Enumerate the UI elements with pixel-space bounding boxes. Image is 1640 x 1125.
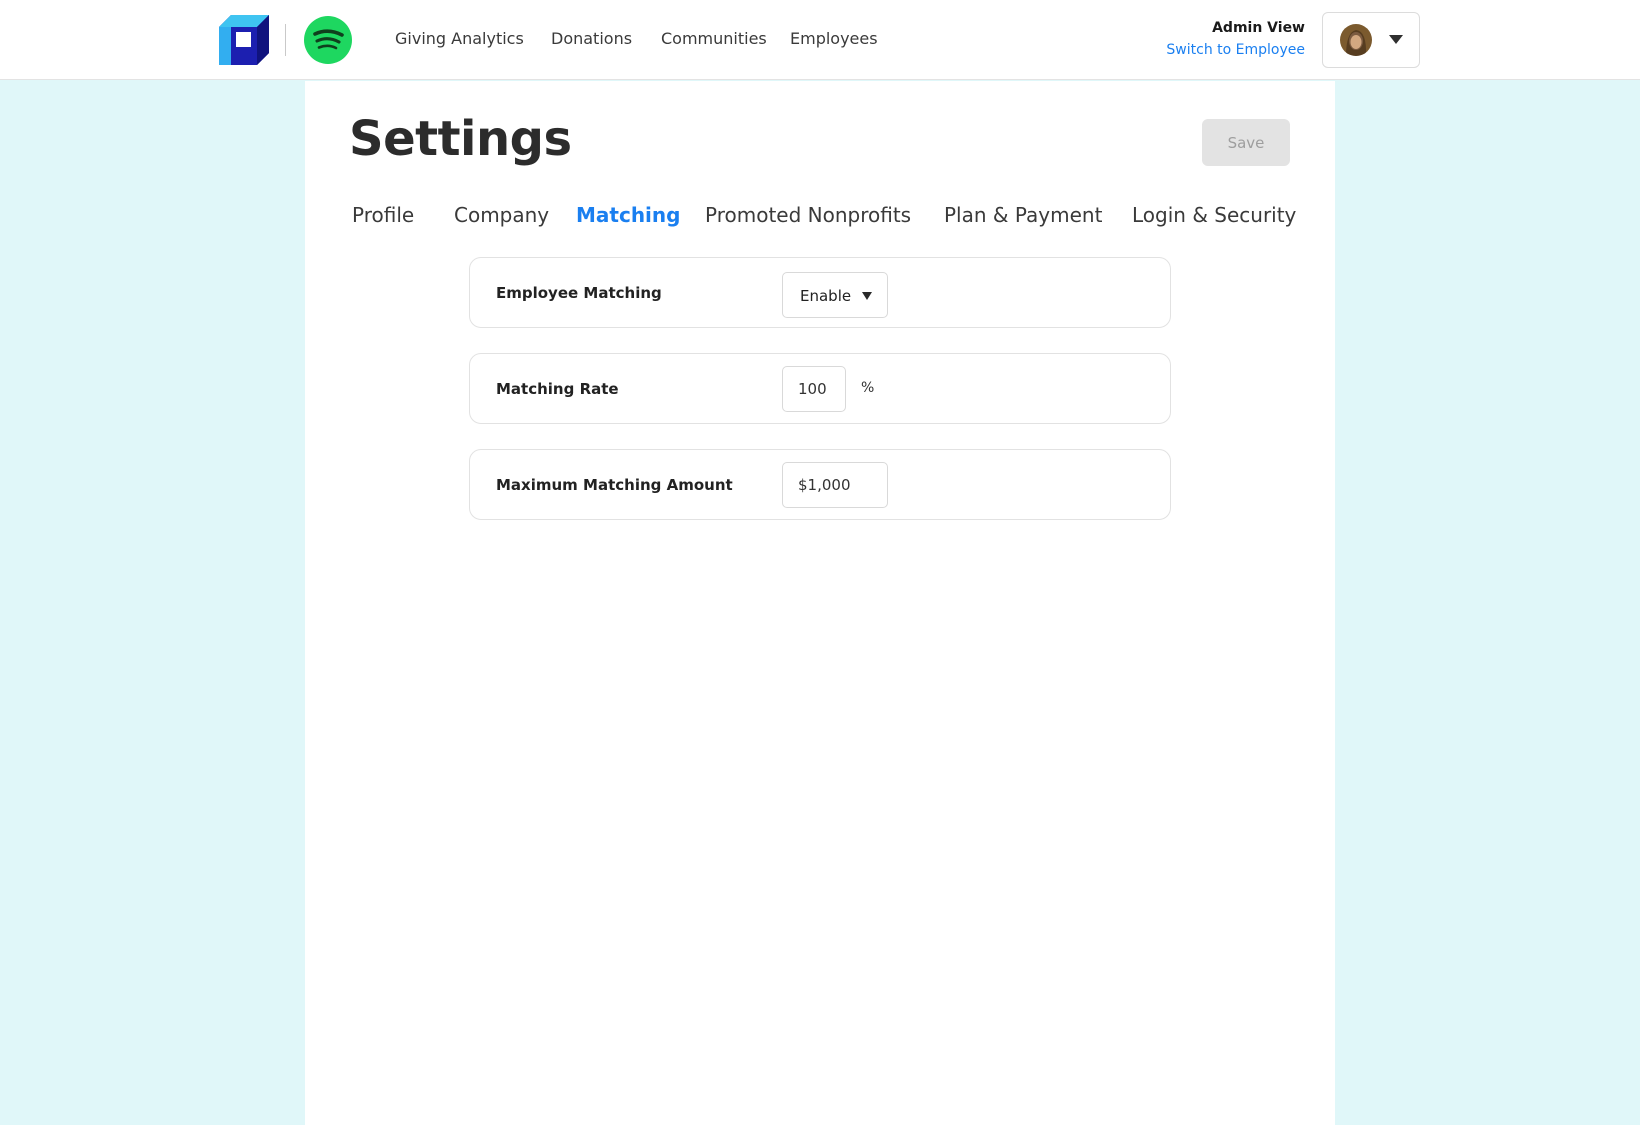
tab-plan-payment[interactable]: Plan & Payment — [944, 203, 1102, 227]
employee-matching-value: Enable — [800, 287, 852, 305]
chevron-down-icon — [1389, 35, 1403, 44]
tab-profile[interactable]: Profile — [352, 203, 414, 227]
matching-rate-label: Matching Rate — [496, 380, 619, 398]
employee-matching-label: Employee Matching — [496, 284, 662, 302]
caret-down-icon — [862, 292, 872, 300]
matching-rate-card: Matching Rate % — [469, 353, 1171, 424]
nav-employees[interactable]: Employees — [790, 29, 878, 48]
spotify-logo-icon[interactable] — [304, 16, 352, 64]
tab-login-security[interactable]: Login & Security — [1132, 203, 1296, 227]
maximum-matching-amount-label: Maximum Matching Amount — [496, 476, 733, 494]
settings-panel: Settings Save Profile Company Matching P… — [305, 81, 1335, 1125]
nav-communities[interactable]: Communities — [661, 29, 767, 48]
tab-promoted-nonprofits[interactable]: Promoted Nonprofits — [705, 203, 911, 227]
top-navigation-bar: Giving Analytics Donations Communities E… — [0, 0, 1640, 80]
tab-company[interactable]: Company — [454, 203, 549, 227]
switch-to-employee-link[interactable]: Switch to Employee — [1166, 42, 1305, 58]
logo-divider — [285, 24, 286, 56]
nav-giving-analytics[interactable]: Giving Analytics — [395, 29, 524, 48]
app-logo-icon[interactable] — [219, 15, 269, 65]
avatar — [1340, 24, 1372, 56]
admin-view-label: Admin View — [1212, 20, 1305, 36]
matching-rate-input[interactable] — [782, 366, 846, 412]
maximum-matching-amount-card: Maximum Matching Amount — [469, 449, 1171, 520]
percent-unit-label: % — [861, 380, 875, 396]
page-title: Settings — [349, 111, 572, 167]
nav-donations[interactable]: Donations — [551, 29, 632, 48]
tab-matching[interactable]: Matching — [576, 203, 680, 227]
user-menu-button[interactable] — [1322, 12, 1420, 68]
save-button[interactable]: Save — [1202, 119, 1290, 166]
employee-matching-select[interactable]: Enable — [782, 272, 888, 318]
maximum-matching-amount-input[interactable] — [782, 462, 888, 508]
employee-matching-card: Employee Matching Enable — [469, 257, 1171, 328]
